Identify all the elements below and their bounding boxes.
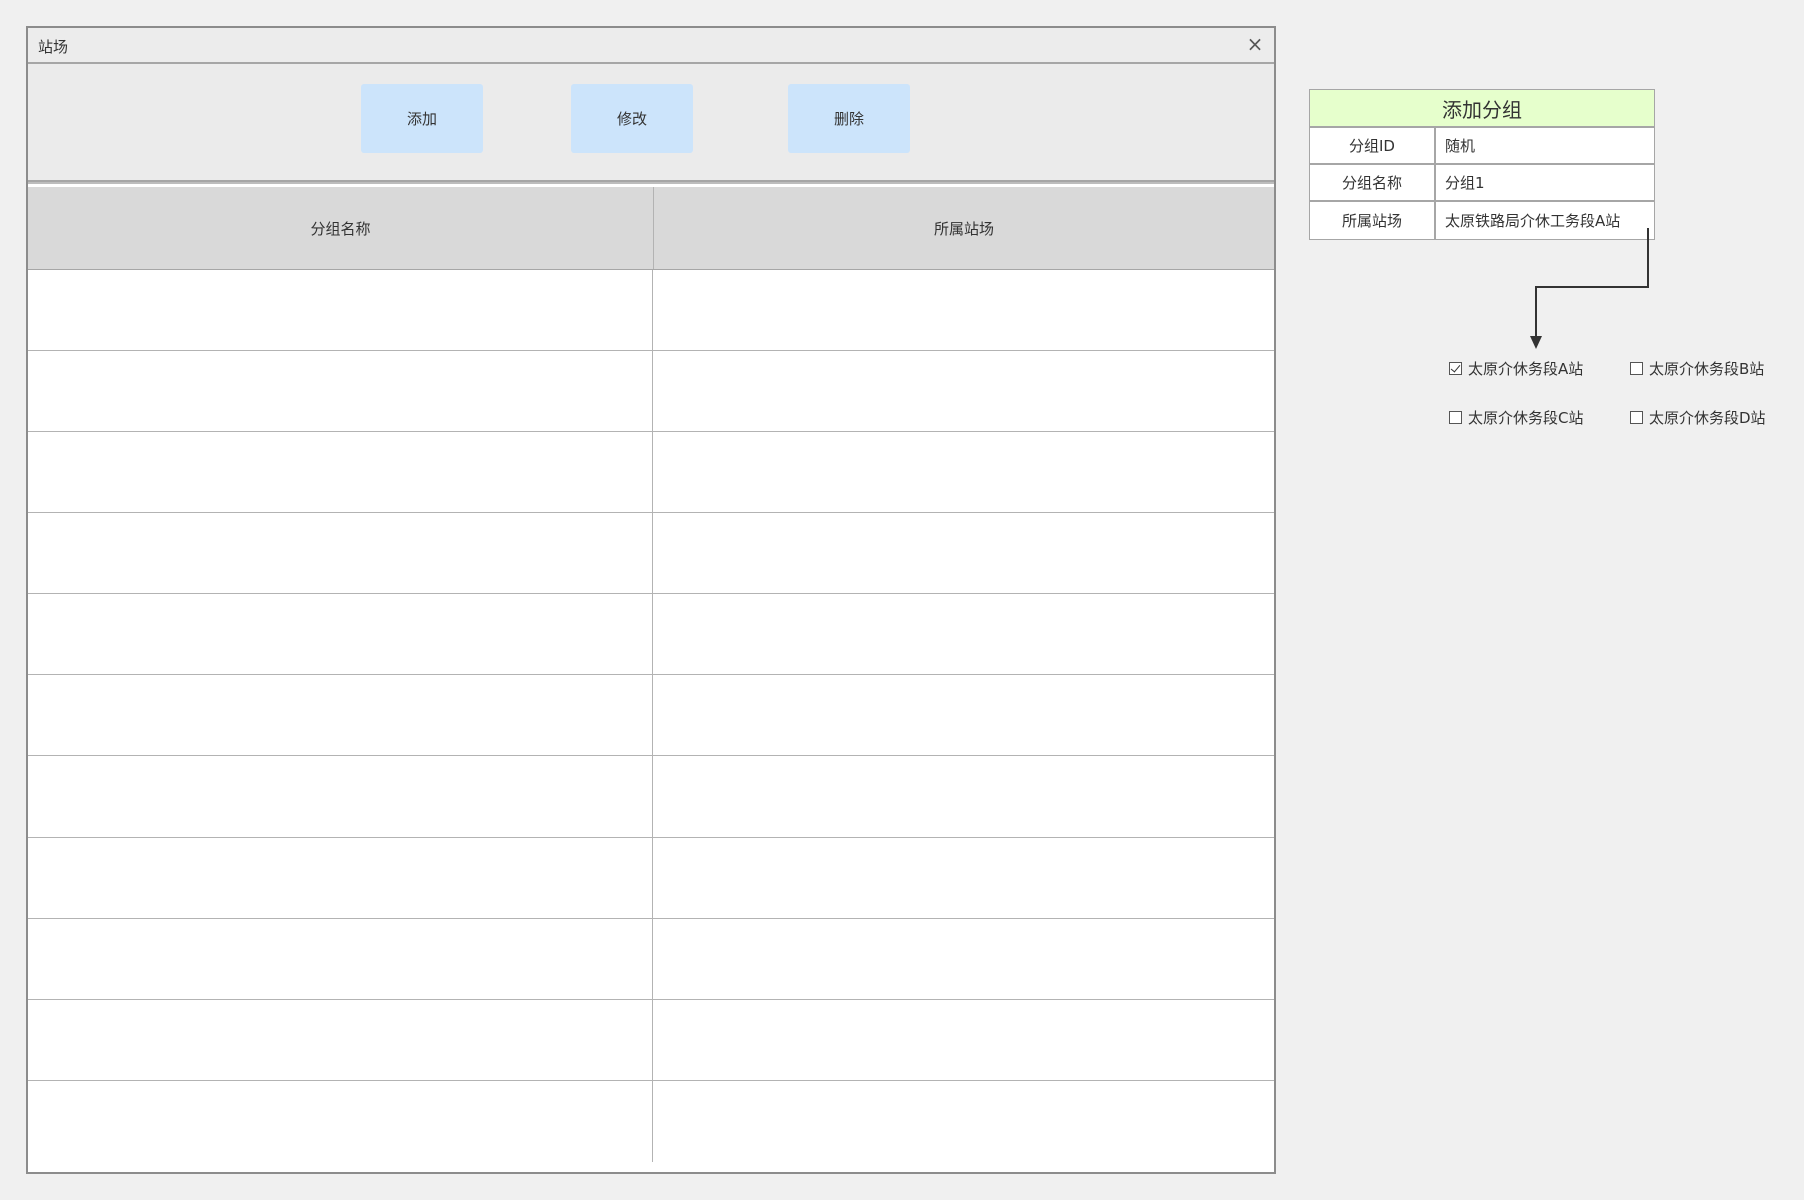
table-cell — [28, 756, 653, 837]
connector-arrow — [1530, 228, 1649, 349]
window-title: 站场 — [38, 38, 69, 56]
table-cell — [653, 756, 1274, 836]
table-row[interactable] — [28, 513, 1274, 595]
group-table: 分组名称 所属站场 — [28, 187, 1274, 1172]
table-row[interactable] — [28, 918, 1274, 1000]
table-cell — [28, 594, 653, 675]
station-option-label: 太原介休务段C站 — [1468, 409, 1584, 427]
table-row[interactable] — [28, 999, 1274, 1081]
table-row[interactable] — [28, 270, 1274, 352]
add-group-form: 添加分组 分组ID 随机 分组名称 分组1 所属站场 太原铁路局介休工务段A站 — [1309, 89, 1655, 240]
checkbox-icon[interactable] — [1630, 411, 1643, 424]
table-cell — [28, 351, 653, 432]
table-cell — [28, 837, 653, 918]
checkbox-icon[interactable] — [1630, 362, 1643, 375]
toolbar-divider — [28, 182, 1274, 184]
form-title: 添加分组 — [1310, 90, 1654, 128]
table-cell — [653, 594, 1274, 674]
group-name-field[interactable]: 分组1 — [1436, 165, 1654, 200]
table-row[interactable] — [28, 351, 1274, 433]
table-cell — [653, 270, 1274, 350]
table-row[interactable] — [28, 1080, 1274, 1162]
station-option-c[interactable]: 太原介休务段C站 — [1449, 407, 1583, 428]
form-row-group-name: 分组名称 分组1 — [1310, 165, 1654, 202]
delete-button[interactable]: 删除 — [788, 84, 910, 153]
table-cell — [28, 432, 653, 513]
station-label: 所属站场 — [1310, 202, 1436, 239]
checkbox-checked-icon[interactable] — [1449, 362, 1462, 375]
station-option-a[interactable]: 太原介休务段A站 — [1449, 358, 1583, 379]
group-id-label: 分组ID — [1310, 128, 1436, 163]
table-cell — [28, 270, 653, 351]
table-row[interactable] — [28, 675, 1274, 757]
group-name-label: 分组名称 — [1310, 165, 1436, 200]
station-option-label: 太原介休务段A站 — [1468, 360, 1584, 378]
table-body — [28, 270, 1274, 1172]
station-option-label: 太原介休务段D站 — [1649, 409, 1766, 427]
table-cell — [653, 919, 1274, 999]
column-header-station[interactable]: 所属站场 — [654, 187, 1274, 269]
table-row[interactable] — [28, 432, 1274, 514]
table-cell — [28, 513, 653, 594]
form-row-group-id: 分组ID 随机 — [1310, 128, 1654, 165]
table-cell — [28, 1080, 653, 1162]
table-cell — [653, 513, 1274, 593]
table-cell — [653, 838, 1274, 918]
table-row[interactable] — [28, 837, 1274, 919]
close-icon[interactable]: × — [1244, 33, 1266, 55]
table-cell — [653, 1000, 1274, 1080]
table-row[interactable] — [28, 594, 1274, 676]
table-row[interactable] — [28, 756, 1274, 838]
table-cell — [28, 999, 653, 1080]
table-cell — [28, 918, 653, 999]
table-cell — [653, 432, 1274, 512]
add-button[interactable]: 添加 — [361, 84, 483, 153]
table-cell — [653, 1081, 1274, 1162]
checkbox-icon[interactable] — [1449, 411, 1462, 424]
station-option-label: 太原介休务段B站 — [1649, 360, 1765, 378]
window-titlebar: 站场 × — [28, 28, 1274, 64]
group-id-field[interactable]: 随机 — [1436, 128, 1654, 163]
table-cell — [28, 675, 653, 756]
column-header-group-name[interactable]: 分组名称 — [28, 187, 654, 269]
station-option-b[interactable]: 太原介休务段B站 — [1630, 358, 1764, 379]
station-option-d[interactable]: 太原介休务段D站 — [1630, 407, 1766, 428]
edit-button[interactable]: 修改 — [571, 84, 693, 153]
toolbar: 添加 修改 删除 — [28, 64, 1274, 182]
table-cell — [653, 351, 1274, 431]
table-header: 分组名称 所属站场 — [28, 187, 1274, 270]
station-window: 站场 × 添加 修改 删除 分组名称 所属站场 — [26, 26, 1276, 1174]
table-cell — [653, 675, 1274, 755]
